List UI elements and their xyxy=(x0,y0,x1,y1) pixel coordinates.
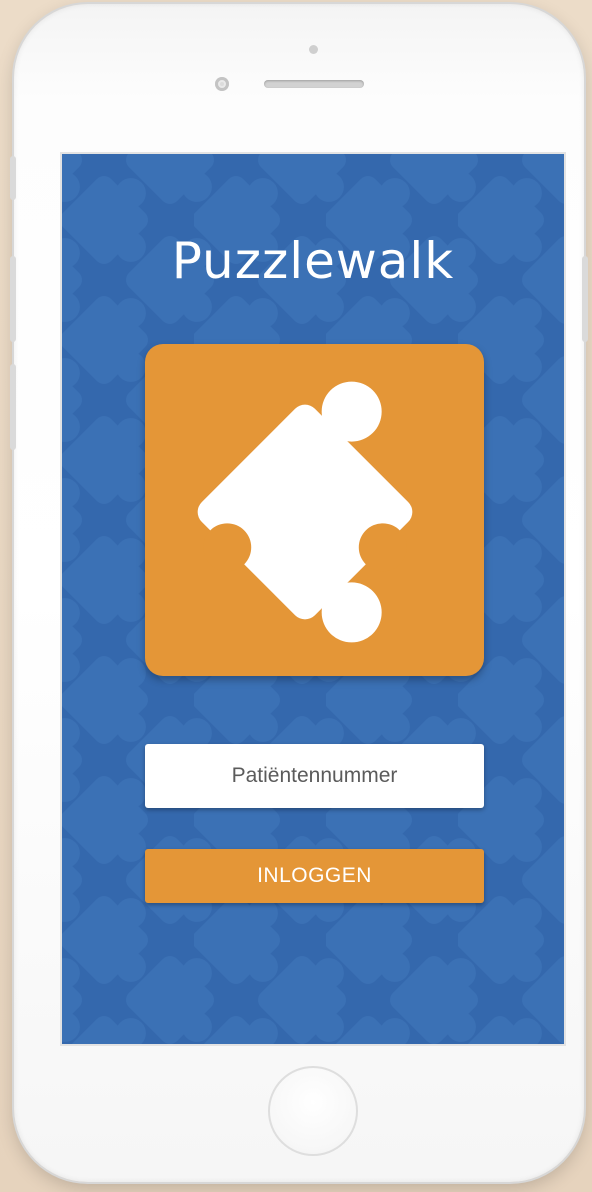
puzzle-piece-icon xyxy=(197,381,413,643)
device-stage: Puzzlewalk Patiëntennummer INLOGGEN xyxy=(0,0,592,1192)
app-title: Puzzlewalk xyxy=(171,232,455,290)
login-button[interactable]: INLOGGEN xyxy=(145,849,484,903)
power-button xyxy=(582,256,588,342)
home-button[interactable] xyxy=(268,1066,358,1156)
volume-up-button xyxy=(10,256,16,342)
app-logo xyxy=(145,344,484,676)
front-camera-icon xyxy=(215,77,229,91)
patient-number-input[interactable] xyxy=(145,744,484,808)
proximity-sensor xyxy=(309,45,318,54)
earpiece-speaker xyxy=(264,80,364,88)
volume-down-button xyxy=(10,364,16,450)
mute-switch xyxy=(10,156,16,200)
app-screen: Puzzlewalk Patiëntennummer INLOGGEN xyxy=(62,154,564,1044)
phone-frame: Puzzlewalk Patiëntennummer INLOGGEN xyxy=(14,4,584,1182)
